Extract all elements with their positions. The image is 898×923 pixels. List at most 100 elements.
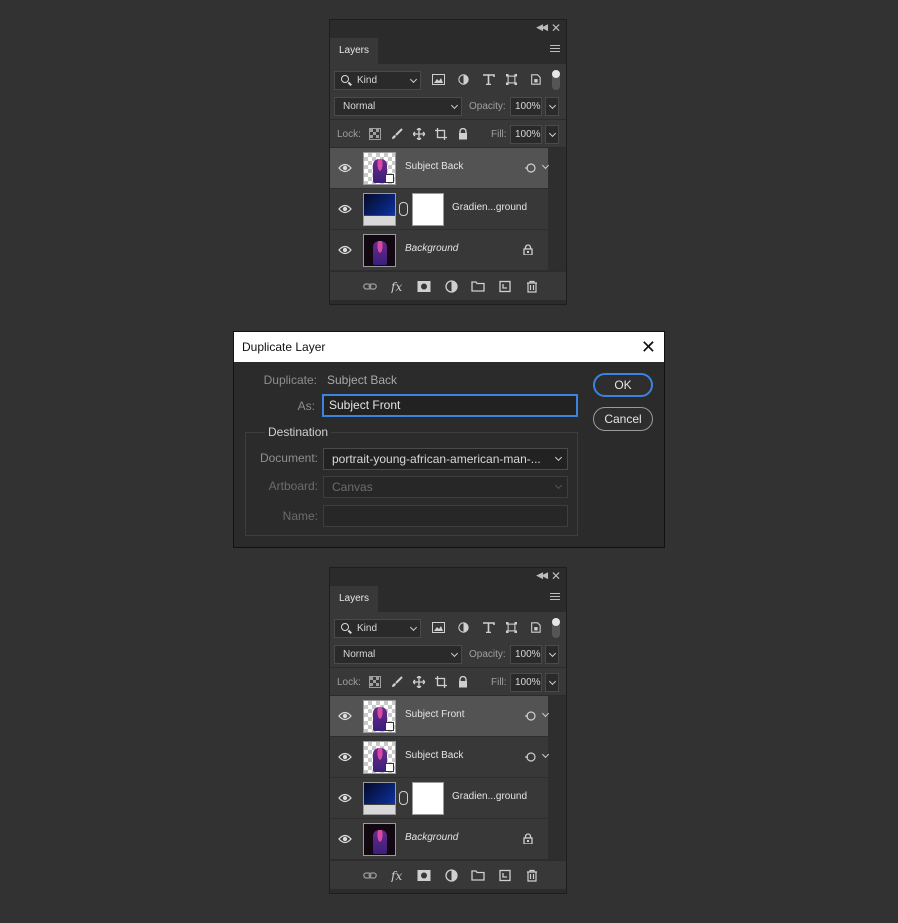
panel-tab-row: Layers bbox=[330, 586, 566, 612]
layer-row-gradient-background[interactable]: Gradien...ground bbox=[330, 189, 548, 230]
as-name-input[interactable]: Subject Front bbox=[322, 394, 578, 417]
filter-kind-dropdown[interactable]: Kind bbox=[334, 619, 421, 638]
collapse-icon[interactable]: ◀◀ bbox=[536, 22, 548, 33]
shape-layer-filter-icon[interactable] bbox=[505, 74, 518, 85]
ok-button[interactable]: OK bbox=[593, 373, 653, 397]
layer-row-background[interactable]: Background bbox=[330, 230, 548, 271]
layer-mask-thumbnail[interactable] bbox=[412, 782, 444, 815]
add-mask-icon[interactable] bbox=[417, 280, 431, 293]
lock-pixels-brush-icon[interactable] bbox=[391, 128, 403, 140]
close-icon[interactable]: ✕ bbox=[551, 21, 561, 35]
fill-input[interactable]: 100% bbox=[510, 673, 542, 692]
filter-kind-dropdown[interactable]: Kind bbox=[334, 71, 421, 90]
layer-mask-thumbnail[interactable] bbox=[412, 193, 444, 226]
adjustment-layer-icon[interactable] bbox=[445, 280, 459, 293]
layer-thumbnail bbox=[363, 234, 396, 267]
smart-object-filter-icon[interactable] bbox=[529, 74, 542, 85]
lock-transparency-icon[interactable] bbox=[369, 676, 381, 688]
link-layers-icon[interactable] bbox=[363, 869, 377, 882]
name-input[interactable] bbox=[323, 505, 568, 527]
lock-all-icon[interactable] bbox=[457, 128, 469, 140]
filter-toggle-switch[interactable] bbox=[552, 618, 560, 638]
lock-transparency-icon[interactable] bbox=[369, 128, 381, 140]
expand-chevron-icon[interactable] bbox=[541, 750, 550, 759]
layer-row-gradient-background[interactable]: Gradien...ground bbox=[330, 778, 548, 819]
lock-artboard-icon[interactable] bbox=[435, 128, 447, 140]
lock-icon bbox=[523, 833, 533, 844]
smart-object-filter-icon[interactable] bbox=[529, 622, 542, 633]
lock-position-move-icon[interactable] bbox=[413, 676, 425, 688]
smart-object-badge-icon bbox=[385, 722, 394, 731]
fx-layer-style-icon[interactable]: fx bbox=[391, 280, 405, 293]
add-mask-icon[interactable] bbox=[417, 869, 431, 882]
opacity-input[interactable]: 100% bbox=[510, 97, 542, 116]
visibility-eye-icon[interactable] bbox=[338, 792, 352, 804]
type-layer-filter-icon[interactable] bbox=[482, 622, 495, 633]
chain-link-icon[interactable] bbox=[399, 202, 408, 216]
visibility-eye-icon[interactable] bbox=[338, 244, 352, 256]
pixel-layer-filter-icon[interactable] bbox=[432, 622, 445, 633]
chain-link-icon[interactable] bbox=[399, 791, 408, 805]
layer-row-subject-front[interactable]: Subject Front bbox=[330, 696, 550, 737]
panel-menu-icon[interactable] bbox=[550, 593, 560, 602]
visibility-eye-icon[interactable] bbox=[338, 162, 352, 174]
layer-name: Background bbox=[405, 243, 459, 254]
visibility-eye-icon[interactable] bbox=[338, 710, 352, 722]
close-icon[interactable]: ✕ bbox=[641, 332, 656, 362]
visibility-eye-icon[interactable] bbox=[338, 203, 352, 215]
lock-label: Lock: bbox=[337, 677, 361, 688]
document-dropdown[interactable]: portrait-young-african-american-man-... bbox=[323, 448, 568, 470]
fill-dropdown[interactable] bbox=[545, 125, 559, 144]
expand-chevron-icon[interactable] bbox=[541, 709, 550, 718]
blend-mode-dropdown[interactable]: Normal bbox=[334, 97, 462, 116]
fill-input[interactable]: 100% bbox=[510, 125, 542, 144]
new-group-folder-icon[interactable] bbox=[471, 869, 485, 882]
lock-position-move-icon[interactable] bbox=[413, 128, 425, 140]
collapse-icon[interactable]: ◀◀ bbox=[536, 570, 548, 581]
adjustment-layer-filter-icon[interactable] bbox=[457, 622, 470, 633]
layer-row-background[interactable]: Background bbox=[330, 819, 548, 860]
visibility-eye-icon[interactable] bbox=[338, 833, 352, 845]
opacity-dropdown[interactable] bbox=[545, 97, 559, 116]
duplicate-value: Subject Back bbox=[327, 373, 398, 387]
artboard-dropdown[interactable]: Canvas bbox=[323, 476, 568, 498]
trash-delete-icon[interactable] bbox=[525, 280, 539, 293]
panel-titlebar: ◀◀ ✕ bbox=[330, 20, 566, 38]
lock-artboard-icon[interactable] bbox=[435, 676, 447, 688]
pixel-layer-filter-icon[interactable] bbox=[432, 74, 445, 85]
new-group-folder-icon[interactable] bbox=[471, 280, 485, 293]
close-icon[interactable]: ✕ bbox=[551, 569, 561, 583]
type-layer-filter-icon[interactable] bbox=[482, 74, 495, 85]
panel-resize-grip[interactable] bbox=[330, 889, 566, 893]
layers-bottom-toolbar: fx bbox=[330, 271, 566, 300]
tab-layers[interactable]: Layers bbox=[330, 38, 378, 64]
expand-chevron-icon[interactable] bbox=[541, 161, 550, 170]
fill-dropdown[interactable] bbox=[545, 673, 559, 692]
shape-layer-filter-icon[interactable] bbox=[505, 622, 518, 633]
blend-mode-dropdown[interactable]: Normal bbox=[334, 645, 462, 664]
visibility-eye-icon[interactable] bbox=[338, 751, 352, 763]
gradient-thumbnail bbox=[363, 193, 396, 226]
layer-row-subject-back[interactable]: Subject Back bbox=[330, 737, 550, 778]
filter-toggle-switch[interactable] bbox=[552, 70, 560, 90]
new-layer-icon[interactable] bbox=[498, 869, 512, 882]
lock-pixels-brush-icon[interactable] bbox=[391, 676, 403, 688]
blend-mode-value: Normal bbox=[343, 101, 376, 112]
opacity-input[interactable]: 100% bbox=[510, 645, 542, 664]
adjustment-layer-filter-icon[interactable] bbox=[457, 74, 470, 85]
subject-figure bbox=[373, 241, 387, 265]
opacity-dropdown[interactable] bbox=[545, 645, 559, 664]
opacity-label: Opacity: bbox=[469, 649, 506, 660]
lock-all-icon[interactable] bbox=[457, 676, 469, 688]
panel-menu-icon[interactable] bbox=[550, 45, 560, 54]
link-layers-icon[interactable] bbox=[363, 280, 377, 293]
layers-list: Subject Back Gradien...ground Background bbox=[330, 148, 566, 271]
new-layer-icon[interactable] bbox=[498, 280, 512, 293]
trash-delete-icon[interactable] bbox=[525, 869, 539, 882]
fx-layer-style-icon[interactable]: fx bbox=[391, 869, 405, 882]
adjustment-layer-icon[interactable] bbox=[445, 869, 459, 882]
tab-layers[interactable]: Layers bbox=[330, 586, 378, 612]
panel-resize-grip[interactable] bbox=[330, 300, 566, 304]
layer-row-subject-back[interactable]: Subject Back bbox=[330, 148, 550, 189]
cancel-button[interactable]: Cancel bbox=[593, 407, 653, 431]
